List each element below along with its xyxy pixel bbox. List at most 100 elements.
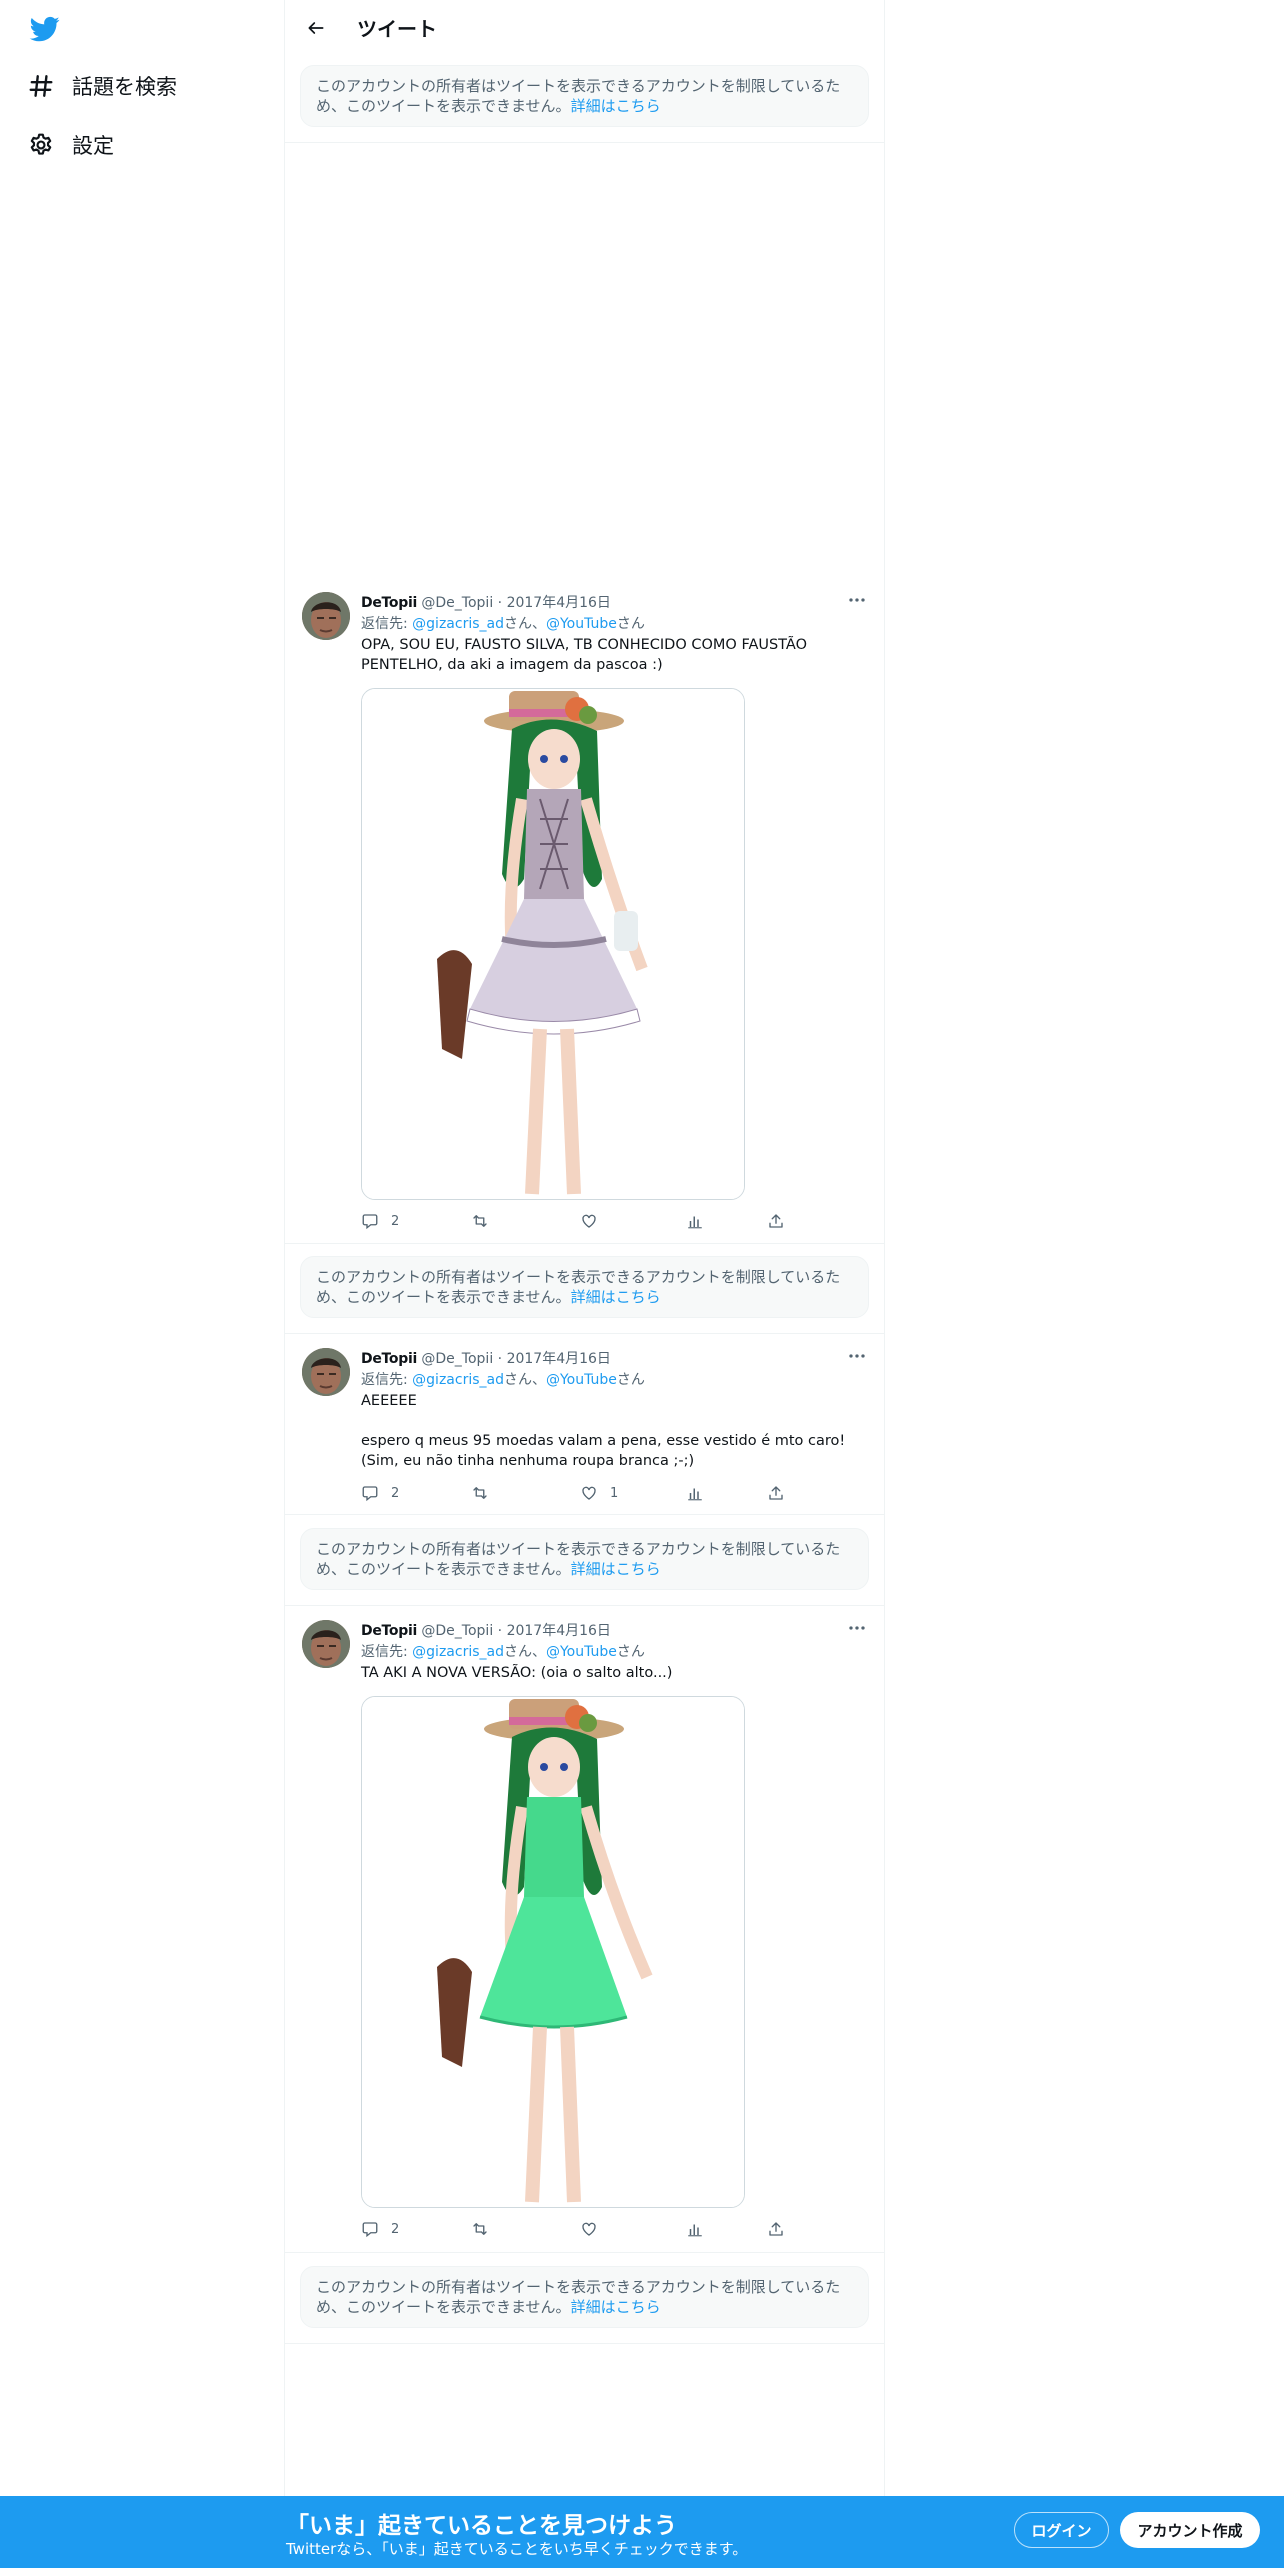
reply-suffix: さん bbox=[616, 1644, 645, 1660]
sidebar: 話題を検索 設定 bbox=[0, 0, 285, 2568]
analytics-button[interactable] bbox=[686, 1212, 704, 1230]
restricted-notice: このアカウントの所有者はツイートを表示できるアカウントを制限しているため、このツ… bbox=[300, 65, 869, 127]
reply-suffix: さん bbox=[616, 616, 645, 632]
separator: · bbox=[497, 1623, 503, 1639]
display-name[interactable]: DeTopii bbox=[361, 1351, 417, 1367]
tweet-text: AEEEEE espero q meus 95 moedas valam a p… bbox=[361, 1393, 846, 1469]
login-button[interactable]: ログイン bbox=[1014, 2512, 1109, 2548]
analytics-button[interactable] bbox=[686, 2220, 704, 2238]
share-icon bbox=[769, 2222, 783, 2236]
reply-user-link[interactable]: @gizacris_ad bbox=[412, 1644, 504, 1660]
tweet-header: DeTopii @De_Topii · 2017年4月16日 bbox=[361, 592, 611, 612]
twitter-logo-icon[interactable] bbox=[28, 14, 62, 44]
handle[interactable]: @De_Topii bbox=[421, 595, 493, 611]
character-white-dress-image bbox=[362, 689, 744, 1199]
reply-suffix: さん、 bbox=[503, 1644, 546, 1660]
nav-explore[interactable]: 話題を検索 bbox=[28, 66, 177, 106]
hashtag-icon bbox=[28, 73, 54, 99]
share-button[interactable] bbox=[767, 1484, 785, 1502]
reply-icon bbox=[362, 1486, 378, 1502]
learn-more-link[interactable]: 詳細はこちら bbox=[571, 1288, 661, 1306]
reply-icon bbox=[362, 2222, 378, 2238]
divider bbox=[285, 1333, 885, 1334]
tweet[interactable]: DeTopii @De_Topii · 2017年4月16日 返信先: @giz… bbox=[285, 1346, 885, 1514]
reply-suffix: さん bbox=[616, 1372, 645, 1388]
handle[interactable]: @De_Topii bbox=[421, 1623, 493, 1639]
tweet[interactable]: DeTopii @De_Topii · 2017年4月16日 返信先: @giz… bbox=[285, 590, 885, 1244]
divider bbox=[285, 1514, 885, 1515]
gear-icon bbox=[28, 132, 54, 158]
handle[interactable]: @De_Topii bbox=[421, 1351, 493, 1367]
share-button[interactable] bbox=[767, 2220, 785, 2238]
reply-count: 2 bbox=[391, 1213, 400, 1229]
more-options-button[interactable] bbox=[845, 1618, 869, 1638]
avatar[interactable] bbox=[302, 592, 350, 640]
heart-icon bbox=[582, 1486, 596, 1500]
retweet-button[interactable] bbox=[471, 1484, 501, 1502]
tweet-date[interactable]: 2017年4月16日 bbox=[507, 1351, 611, 1367]
restricted-notice: このアカウントの所有者はツイートを表示できるアカウントを制限しているため、このツ… bbox=[300, 1528, 869, 1590]
avatar[interactable] bbox=[302, 1620, 350, 1668]
signup-banner: 「いま」起きていることを見つけよう Twitterなら、「いま」起きていることを… bbox=[0, 2496, 1284, 2568]
tweet-date[interactable]: 2017年4月16日 bbox=[507, 595, 611, 611]
nav-settings[interactable]: 設定 bbox=[28, 125, 114, 165]
analytics-icon bbox=[688, 1216, 702, 1229]
ellipsis-icon bbox=[849, 1626, 865, 1630]
reply-user-link[interactable]: @gizacris_ad bbox=[412, 616, 504, 632]
display-name[interactable]: DeTopii bbox=[361, 595, 417, 611]
analytics-icon bbox=[688, 2224, 702, 2237]
heart-icon bbox=[582, 2222, 596, 2236]
divider bbox=[285, 1243, 885, 1244]
banner-title: 「いま」起きていることを見つけよう bbox=[286, 2513, 677, 2539]
reply-suffix: さん、 bbox=[503, 616, 546, 632]
separator: · bbox=[497, 595, 503, 611]
tweet-actions: 2 bbox=[361, 1212, 801, 1234]
tweet[interactable]: DeTopii @De_Topii · 2017年4月16日 返信先: @giz… bbox=[285, 1618, 885, 2252]
tweet-header: DeTopii @De_Topii · 2017年4月16日 bbox=[361, 1348, 611, 1368]
reply-prefix: 返信先: bbox=[361, 1644, 413, 1660]
more-options-button[interactable] bbox=[845, 1346, 869, 1366]
reply-user-link[interactable]: @gizacris_ad bbox=[412, 1372, 504, 1388]
tweet-image[interactable] bbox=[361, 688, 745, 1200]
like-button[interactable] bbox=[580, 2220, 610, 2238]
reply-user-link[interactable]: @YouTube bbox=[546, 1644, 617, 1660]
reply-button[interactable]: 2 bbox=[361, 2220, 399, 2238]
retweet-icon bbox=[473, 1487, 487, 1499]
tweet-text: TA AKI A NOVA VERSÃO: (oia o salto alto.… bbox=[361, 1665, 673, 1681]
arrow-left-icon bbox=[308, 22, 324, 34]
retweet-button[interactable] bbox=[471, 2220, 501, 2238]
reply-user-link[interactable]: @YouTube bbox=[546, 1372, 617, 1388]
reply-icon bbox=[362, 1214, 378, 1230]
analytics-button[interactable] bbox=[686, 1484, 704, 1502]
main-column: ツイート このアカウントの所有者はツイートを表示できるアカウントを制限しているた… bbox=[285, 0, 885, 2568]
reply-count: 2 bbox=[391, 1485, 400, 1501]
display-name[interactable]: DeTopii bbox=[361, 1623, 417, 1639]
tweet-actions: 2 bbox=[361, 2220, 801, 2242]
reply-user-link[interactable]: @YouTube bbox=[546, 616, 617, 632]
more-options-button[interactable] bbox=[845, 590, 869, 610]
reply-button[interactable]: 2 bbox=[361, 1484, 399, 1502]
reply-button[interactable]: 2 bbox=[361, 1212, 399, 1230]
reply-suffix: さん、 bbox=[503, 1372, 546, 1388]
divider bbox=[285, 2343, 885, 2344]
nav-explore-label: 話題を検索 bbox=[72, 75, 177, 99]
learn-more-link[interactable]: 詳細はこちら bbox=[571, 1560, 661, 1578]
tweet-date[interactable]: 2017年4月16日 bbox=[507, 1623, 611, 1639]
signup-button[interactable]: アカウント作成 bbox=[1120, 2512, 1260, 2548]
retweet-button[interactable] bbox=[471, 1212, 501, 1230]
page-title: ツイート bbox=[357, 17, 437, 41]
back-button[interactable] bbox=[299, 11, 333, 45]
learn-more-link[interactable]: 詳細はこちら bbox=[571, 97, 661, 115]
ellipsis-icon bbox=[849, 1354, 865, 1358]
avatar[interactable] bbox=[302, 1348, 350, 1396]
reply-to: 返信先: @gizacris_adさん、@YouTubeさん bbox=[361, 613, 645, 633]
like-button[interactable]: 1 bbox=[580, 1484, 618, 1502]
like-button[interactable] bbox=[580, 1212, 610, 1230]
retweet-icon bbox=[473, 1215, 487, 1227]
nav-settings-label: 設定 bbox=[72, 134, 114, 158]
share-button[interactable] bbox=[767, 1212, 785, 1230]
like-count: 1 bbox=[610, 1485, 619, 1501]
retweet-icon bbox=[473, 2223, 487, 2235]
learn-more-link[interactable]: 詳細はこちら bbox=[571, 2298, 661, 2316]
tweet-image[interactable] bbox=[361, 1696, 745, 2208]
